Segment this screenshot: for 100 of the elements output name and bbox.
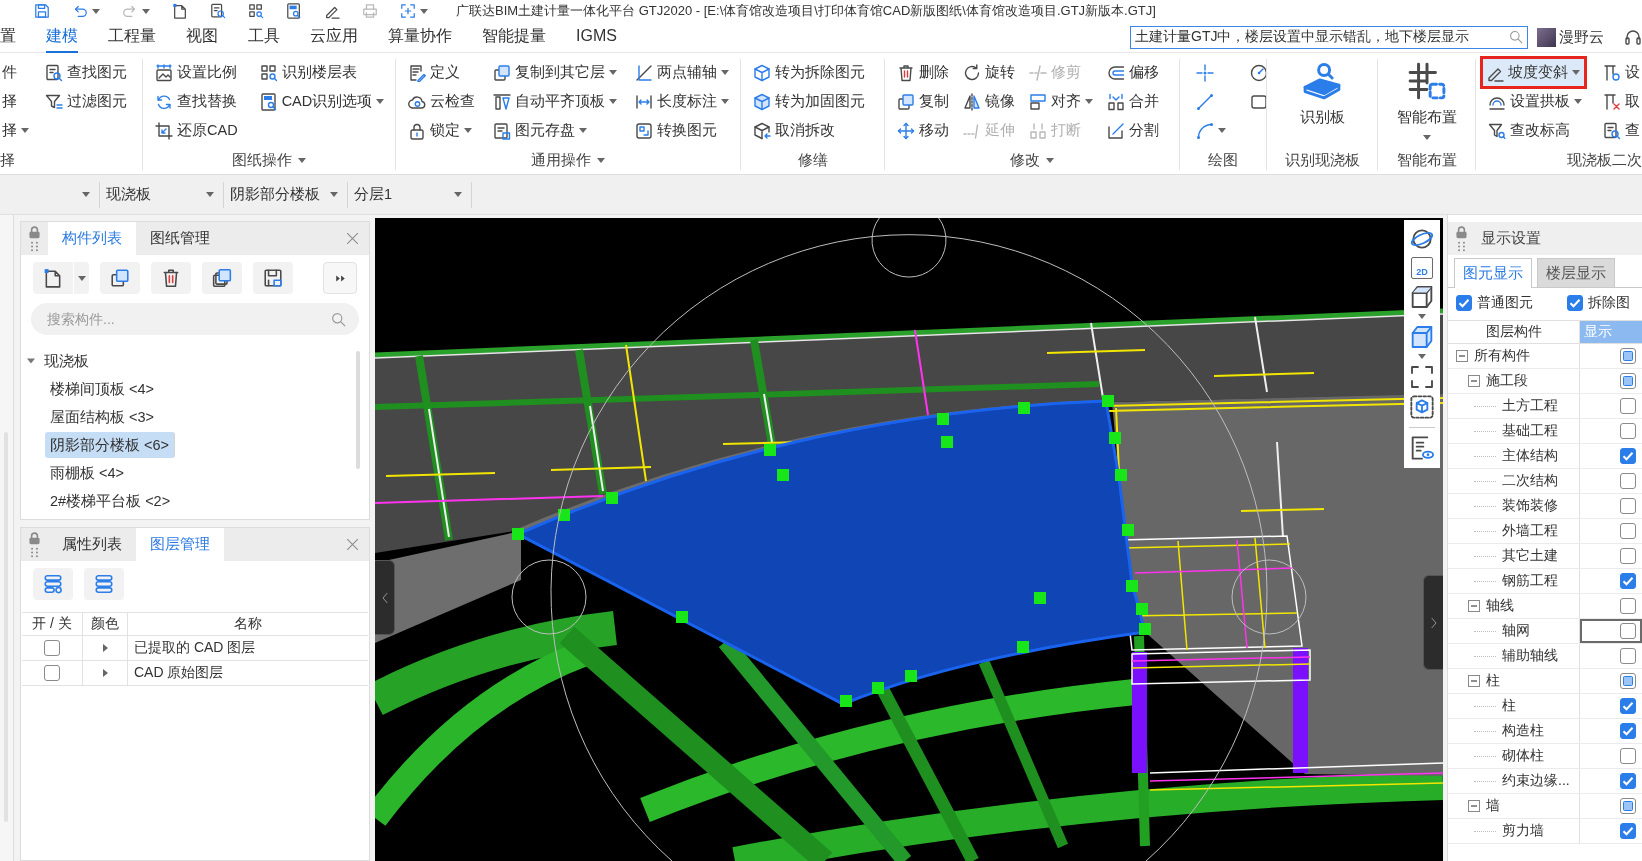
tree-item[interactable]: 阴影部分楼板 <6> [45, 432, 176, 458]
caret-icon[interactable] [298, 157, 306, 163]
tree-item[interactable]: 约束边缘... [1502, 772, 1570, 790]
grid-search-icon[interactable] [248, 3, 264, 19]
tree-item[interactable]: 楼梯间顶板 <4> [45, 376, 160, 402]
checkbox[interactable] [1456, 295, 1472, 311]
checkbox[interactable] [1620, 498, 1636, 514]
search-field[interactable]: 土建计量GTJ中，楼层设置中显示错乱，地下楼层显示 [1130, 25, 1528, 49]
document-search-icon[interactable] [210, 3, 226, 19]
checkbox[interactable] [1620, 748, 1636, 764]
menu-tab[interactable]: 智能提量 [482, 21, 546, 53]
grip-point[interactable] [1034, 592, 1046, 604]
panel-tab[interactable]: 图层管理 [136, 528, 224, 561]
caret-icon[interactable] [92, 8, 100, 14]
cube-icon[interactable] [1410, 285, 1434, 309]
tool-button[interactable]: 镜像 [961, 87, 1017, 116]
tool-button[interactable]: 锁定 [406, 116, 477, 145]
tree-item[interactable]: 二次结构 [1502, 472, 1558, 490]
tool-button[interactable]: 设 [1601, 58, 1642, 87]
collapse-box-icon[interactable] [1468, 800, 1480, 812]
dropdown[interactable]: 分层1 [348, 181, 472, 208]
tool-button[interactable]: 识别板 [1290, 57, 1354, 149]
menu-tab[interactable]: 工程量 [108, 21, 156, 53]
checkbox[interactable] [1620, 773, 1636, 789]
dashed-frame-icon[interactable] [1410, 365, 1434, 389]
file-search-icon[interactable] [286, 3, 302, 19]
tool-button[interactable]: 件 [0, 58, 31, 87]
expand-arrow-icon[interactable] [101, 644, 109, 652]
expand-arrow-icon[interactable] [101, 669, 109, 677]
tree-item[interactable]: 辅助轴线 [1502, 647, 1558, 665]
tree-item[interactable]: 其它土建 [1502, 547, 1558, 565]
user-name[interactable]: 漫野云 [1559, 27, 1604, 47]
close-icon[interactable] [346, 538, 359, 551]
tree-item[interactable]: 现浇板 [39, 348, 94, 374]
tree-item[interactable]: 屋面结构板 <3> [45, 404, 160, 430]
group-label[interactable]: 修改 [1010, 150, 1040, 170]
grip-point[interactable] [1017, 641, 1029, 653]
caret-icon[interactable] [142, 8, 150, 14]
caret-icon[interactable] [1418, 314, 1426, 319]
tool-button[interactable]: 删除 [895, 58, 951, 87]
tool-button[interactable]: 转为拆除图元 [751, 58, 867, 87]
tool-button[interactable]: 合并 [1105, 87, 1161, 116]
checkbox[interactable] [1620, 623, 1636, 639]
tool-button[interactable]: 云检查 [406, 87, 477, 116]
tool-button[interactable]: 旋转 [961, 58, 1017, 87]
tool-button[interactable]: 还原CAD [153, 116, 240, 145]
tool-button[interactable]: 转换图元 [633, 116, 731, 145]
tool-button[interactable]: 转为加固图元 [751, 87, 867, 116]
dashed-cube-icon[interactable] [1410, 395, 1434, 419]
grip-point[interactable] [1136, 603, 1148, 615]
checkbox[interactable] [1620, 648, 1636, 664]
checkbox[interactable] [1620, 698, 1636, 714]
menu-tab[interactable]: 视图 [186, 21, 218, 53]
grip-point[interactable] [1139, 623, 1151, 635]
grip-point[interactable] [777, 469, 789, 481]
panel-tab[interactable]: 楼层显示 [1537, 258, 1615, 287]
document-icon[interactable] [172, 3, 188, 19]
tree-item[interactable]: 砌体柱 [1502, 747, 1544, 765]
grip-point[interactable] [941, 436, 953, 448]
tool-button[interactable]: CAD识别选项 [257, 87, 387, 116]
checkbox[interactable] [1620, 423, 1636, 439]
tree-item[interactable]: 墙 [1486, 797, 1500, 815]
checkbox[interactable] [44, 640, 60, 656]
add-frame-icon[interactable] [400, 3, 416, 19]
tool-button[interactable]: 取消拆改 [751, 116, 867, 145]
orbit-icon[interactable] [1410, 227, 1434, 251]
tool-button[interactable]: 择 [0, 116, 31, 145]
tree-item[interactable]: 主体结构 [1502, 447, 1558, 465]
tool-button[interactable]: 复制到其它层 [491, 58, 619, 87]
tool-button[interactable]: 分割 [1105, 116, 1161, 145]
headset-icon[interactable] [1624, 28, 1642, 46]
tree-item[interactable]: 柱 [1486, 672, 1500, 690]
tool-button[interactable]: 复制 [895, 87, 951, 116]
tool-button[interactable]: 择 [0, 87, 31, 116]
tool-button[interactable]: 查找替换 [153, 87, 240, 116]
collapse-box-icon[interactable] [1468, 675, 1480, 687]
tool-button[interactable]: 坡度变斜 [1480, 56, 1587, 89]
tool-button[interactable]: 设置拱板 [1486, 87, 1587, 116]
collapse-box-icon[interactable] [1468, 375, 1480, 387]
layers-button[interactable] [84, 568, 124, 600]
tool-button[interactable]: 设置比例 [153, 58, 240, 87]
expand-button[interactable] [323, 262, 357, 294]
tree-item[interactable]: 外墙工程 [1502, 522, 1558, 540]
rotation-gizmo[interactable] [511, 218, 1307, 861]
tree-item[interactable]: 基础工程 [1502, 422, 1558, 440]
tree-item[interactable]: 柱 [1502, 697, 1516, 715]
tree-item[interactable]: 土方工程 [1502, 397, 1558, 415]
2d-view-button[interactable]: 2D [1411, 257, 1433, 279]
tool-button[interactable]: 查改标高 [1486, 116, 1587, 145]
checkbox[interactable] [1620, 673, 1636, 689]
grip-point[interactable] [1109, 432, 1121, 444]
show-layers-button[interactable] [33, 568, 73, 600]
checkbox[interactable] [1620, 723, 1636, 739]
scrollbar[interactable] [356, 351, 360, 469]
group-label[interactable]: 通用操作 [531, 150, 591, 170]
tool-button[interactable]: 智能布置 [1387, 57, 1466, 149]
tool-button[interactable]: 查 [1601, 116, 1642, 145]
panel-tab[interactable]: 图元显示 [1454, 258, 1532, 288]
grip-point[interactable] [1126, 580, 1138, 592]
panel-tab[interactable]: 属性列表 [48, 528, 136, 561]
